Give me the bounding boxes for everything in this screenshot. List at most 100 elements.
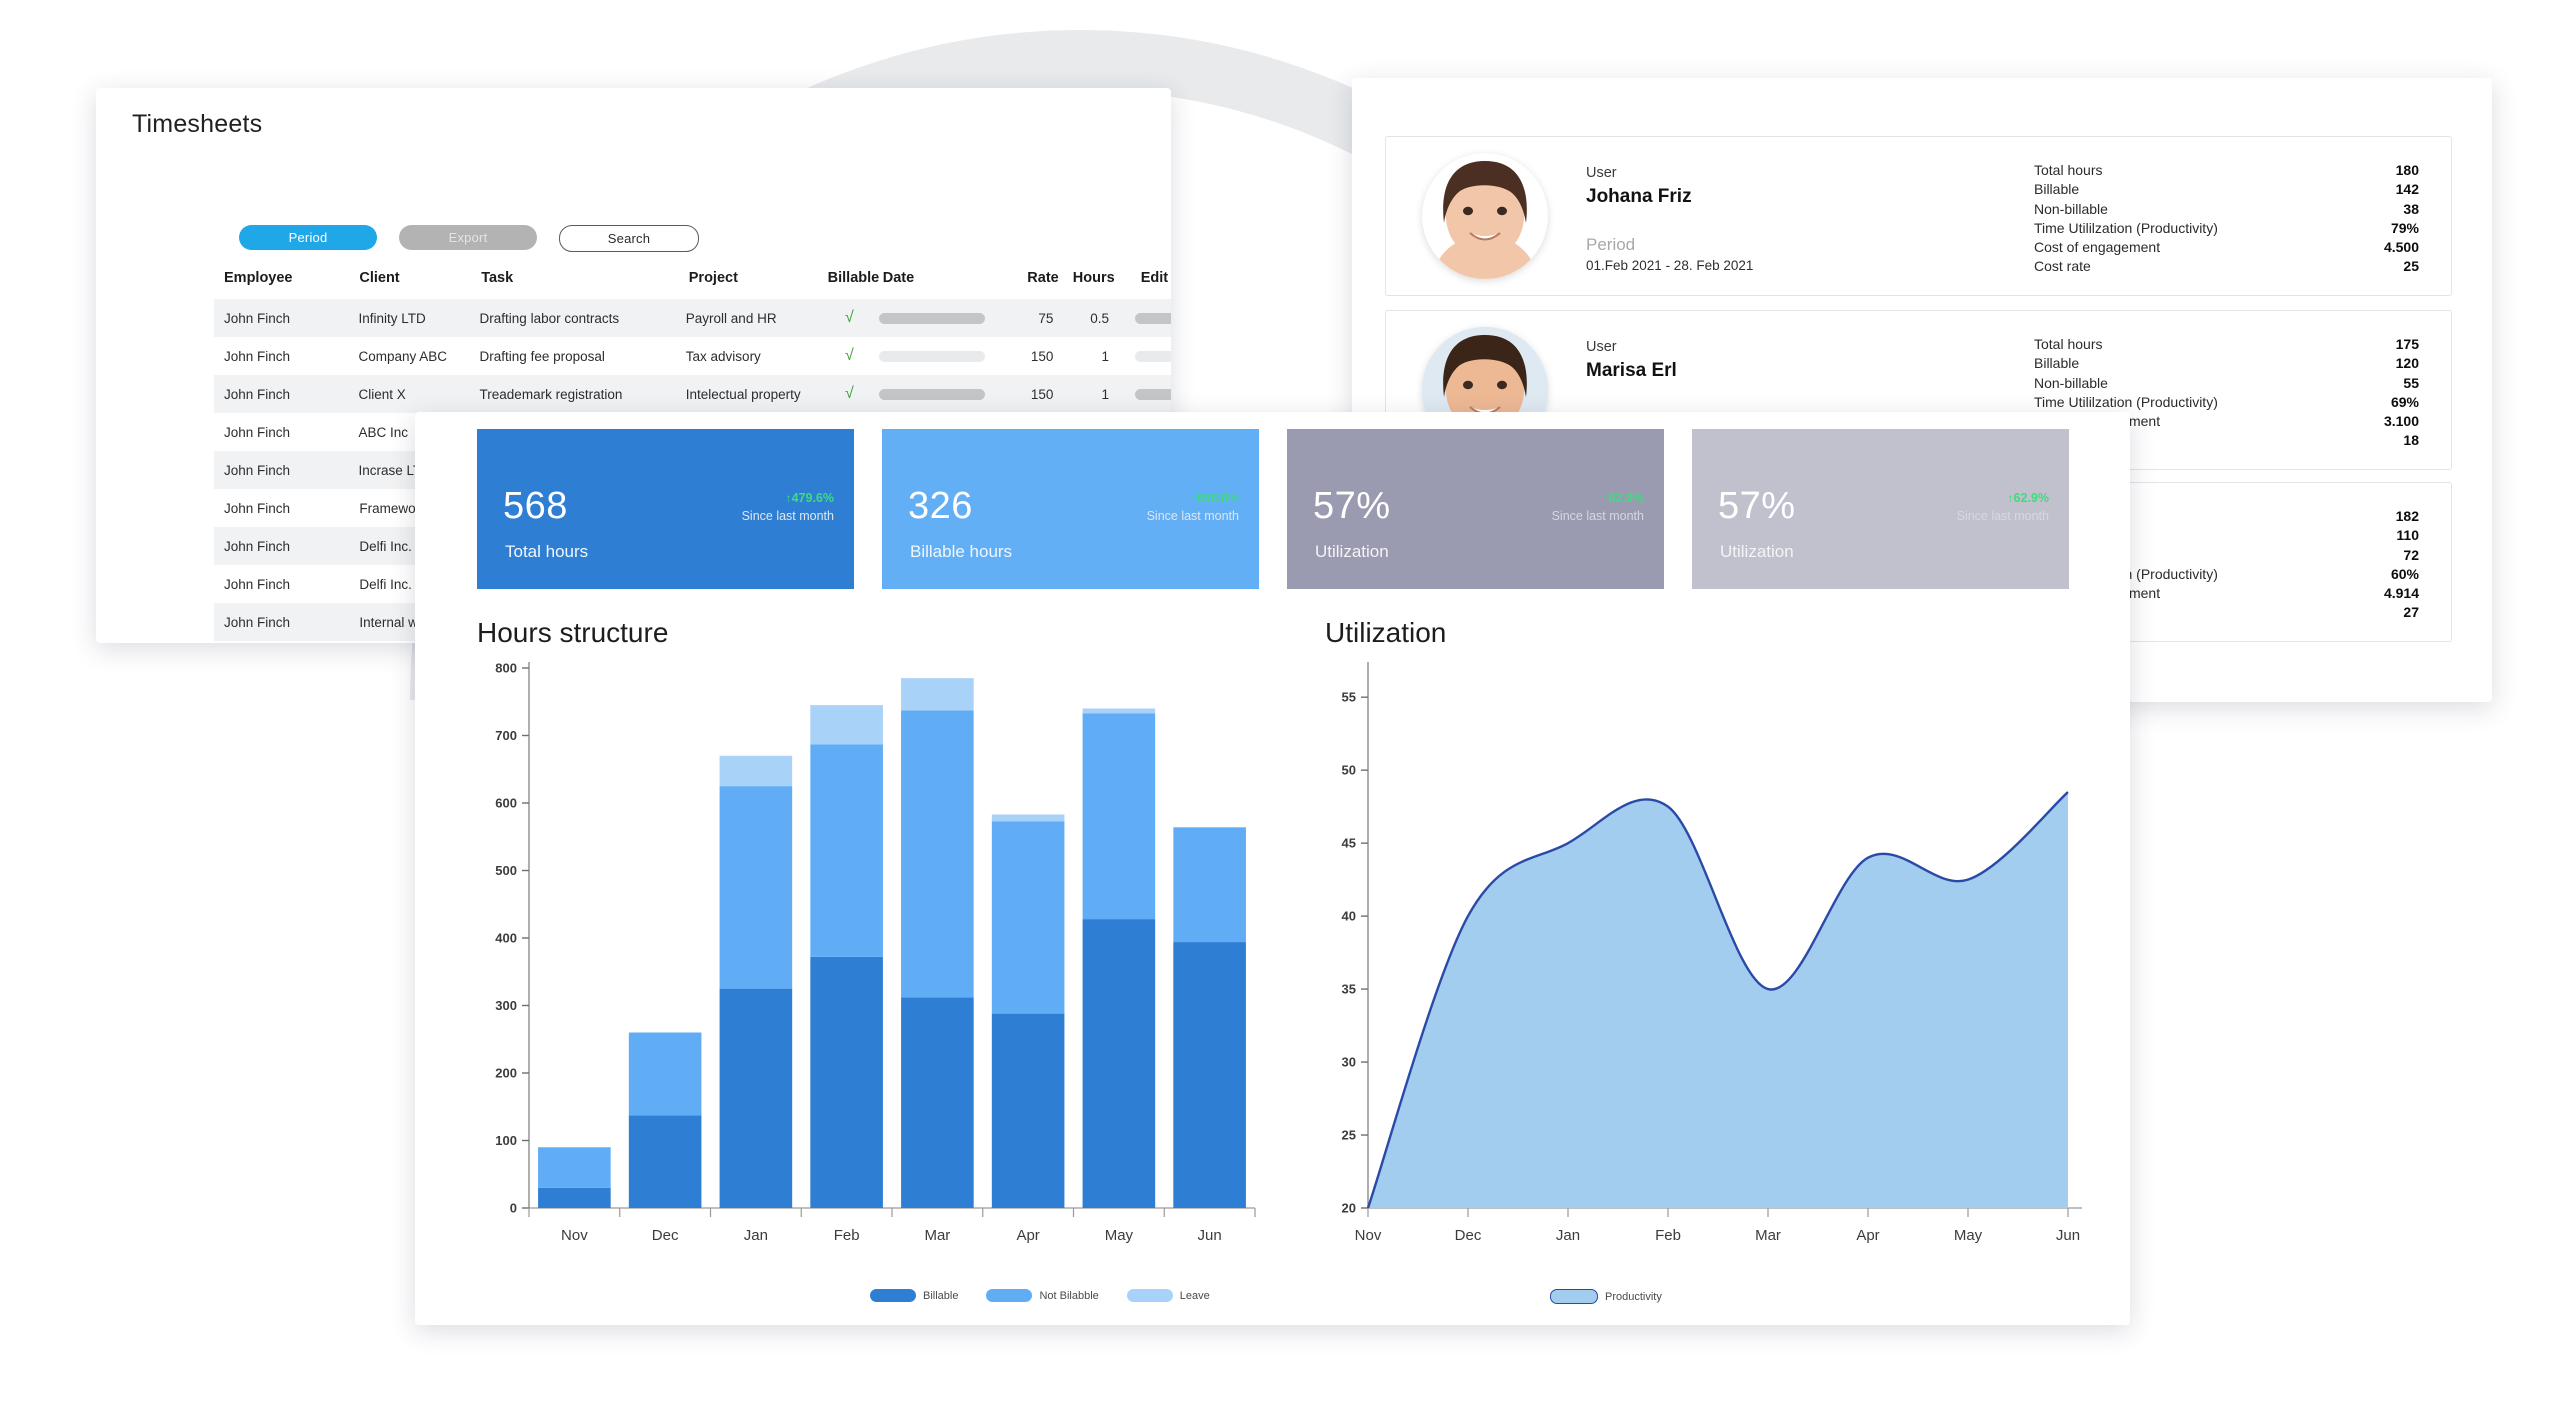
user-stat-value: 142 [2395, 181, 2419, 198]
cell-employee: John Finch [224, 424, 291, 440]
cell-task: Drafting labor contracts [479, 310, 620, 326]
user-name: Marisa Erl [1586, 360, 1677, 381]
user-stat-value: 120 [2395, 355, 2419, 372]
user-stat-label: Total hours [2034, 162, 2103, 178]
legend-label: Leave [1179, 1289, 1210, 1302]
legend-swatch [870, 1289, 916, 1302]
cell-project: Tax advisory [685, 348, 761, 364]
user-stat-value: 55 [2403, 374, 2419, 391]
placeholder-bar [878, 388, 985, 400]
user-stat-value: 25 [2403, 258, 2419, 275]
kpi-label: Utilization [1315, 542, 1389, 561]
user-stat-label: Cost of engagement [2034, 239, 2161, 256]
cell-employee: John Finch [224, 310, 291, 326]
svg-text:0: 0 [510, 1201, 517, 1216]
cell-employee: John Finch [224, 500, 291, 516]
screen-root: Timesheets Period Export Search Employee… [0, 0, 2560, 1413]
period-button[interactable]: Period [239, 225, 377, 250]
kpi-since: Since last month [1551, 509, 1644, 523]
trend-up-icon: ↑ [785, 491, 792, 505]
user-stat-label: Non-billable [2034, 200, 2108, 217]
cell-billable: √ [845, 347, 854, 364]
kpi-label: Billable hours [910, 542, 1013, 561]
table-row[interactable]: John Finch Company ABC Drafting fee propos… [214, 337, 1171, 375]
search-button[interactable]: Search [559, 225, 699, 252]
kpi-card[interactable]: 57% Utilization ↑62.9% Since last month [1692, 429, 2069, 589]
svg-text:100: 100 [495, 1133, 517, 1148]
svg-text:20: 20 [1342, 1201, 1356, 1216]
utilization-chart: 20 25 30 35 40 45 50 55 Nov Dec Jan Feb Mar Apr May Jun [1342, 662, 2082, 1244]
cell-edit[interactable] [1121, 350, 1171, 362]
user-stat-value: 3.100 [2383, 413, 2419, 430]
legend-item[interactable]: Billable [870, 1289, 958, 1302]
svg-text:Jan: Jan [744, 1227, 768, 1244]
kpi-row: 568 Total hours ↑479.6% Since last month… [477, 429, 2069, 589]
svg-text:Apr: Apr [1016, 1227, 1039, 1244]
user-stat-value: 60% [2390, 565, 2419, 582]
kpi-card[interactable]: 57% Utilization ↑62.9% Since last month [1287, 429, 1664, 589]
kpi-value: 57% [1313, 485, 1391, 527]
legend-item[interactable]: Not Bilabble [986, 1289, 1099, 1302]
user-stat-row: Cost rate 25 [2034, 257, 2419, 276]
legend-label: Not Bilabble [1039, 1289, 1099, 1302]
user-stat-value: 79% [2390, 219, 2419, 236]
user-stat-value: 4.914 [2383, 585, 2419, 602]
dashboard-panel: 568 Total hours ↑479.6% Since last month… [415, 412, 2130, 1325]
avatar-portrait [1422, 153, 1548, 279]
cell-employee: John Finch [224, 386, 291, 402]
cell-rate: 150 [1030, 348, 1054, 364]
kpi-delta: ↑62.9% [1602, 491, 1644, 505]
period-value: 01.Feb 2021 - 28. Feb 2021 [1586, 258, 1754, 273]
svg-text:Jan: Jan [1556, 1227, 1580, 1244]
cell-billable: √ [845, 385, 854, 402]
hours-structure-chart: 0 100 200 300 400 500 600 700 800 Nov Dec Jan Feb Mar… [495, 661, 1256, 1244]
cell-client: Infinity LTD [358, 310, 426, 326]
cell-edit[interactable] [1121, 388, 1171, 400]
placeholder-bar [878, 312, 985, 324]
svg-text:600: 600 [495, 796, 517, 811]
cell-hours: 1 [1101, 348, 1109, 364]
utilization-legend: Productivity [1550, 1289, 1662, 1304]
column-header-date: Date [882, 270, 915, 286]
cell-edit[interactable] [1121, 312, 1171, 324]
svg-text:Mar: Mar [1755, 1227, 1781, 1244]
column-header-employee: Employee [224, 270, 293, 286]
legend-label: Productivity [1605, 1290, 1662, 1303]
legend-swatch [1126, 1289, 1173, 1302]
user-meta: User Johana Friz Period 01.Feb 2021 - 28… [1586, 163, 1753, 276]
table-row[interactable]: John Finch Client X Treademark registratio… [214, 375, 1171, 413]
legend-item[interactable]: Productivity [1550, 1289, 1662, 1304]
user-stats: Total hours 180 Billable 142 Non-billabl… [2034, 161, 2419, 277]
trend-up-icon: ↑ [1602, 491, 1609, 505]
svg-text:25: 25 [1342, 1128, 1356, 1143]
cell-hours: 1 [1101, 386, 1109, 402]
user-stat-label: Cost rate [2034, 258, 2091, 275]
legend-item[interactable]: Leave [1126, 1289, 1210, 1302]
table-row[interactable]: John Finch Infinity LTD Drafting labor con… [214, 299, 1171, 337]
column-header-project: Project [688, 270, 738, 286]
kpi-card[interactable]: 326 Billable hours ↑858.8% Since last mo… [882, 429, 1259, 589]
svg-text:300: 300 [495, 998, 517, 1013]
kpi-card[interactable]: 568 Total hours ↑479.6% Since last month [477, 429, 854, 589]
svg-text:Jun: Jun [2056, 1227, 2080, 1244]
svg-text:Feb: Feb [1655, 1227, 1681, 1244]
svg-text:700: 700 [495, 728, 517, 743]
utilization-title: Utilization [1325, 617, 1447, 648]
user-stat-value: 4.500 [2383, 239, 2419, 256]
user-stat-row: Billable 120 [2034, 354, 2419, 373]
cell-employee: John Finch [224, 538, 291, 554]
cell-date [878, 350, 1000, 362]
user-stat-row: Billable 142 [2034, 180, 2419, 199]
cell-date [878, 312, 1000, 324]
column-header-edit: Edit / Date [1140, 270, 1171, 286]
svg-text:Nov: Nov [561, 1227, 588, 1244]
column-header-task: Task [481, 270, 514, 286]
user-stat-label: Total hours [2034, 336, 2103, 352]
table-header-row: Employee Client Task Project Billable Da… [214, 270, 1171, 299]
cell-client: Company ABC [358, 348, 448, 364]
user-stat-row: Cost of engagement 4.500 [2034, 238, 2419, 257]
user-stat-row: Time Utililzation (Productivity) 79% [2034, 219, 2419, 238]
user-card[interactable]: User Johana Friz Period 01.Feb 2021 - 28… [1385, 136, 2452, 296]
svg-text:55: 55 [1342, 690, 1356, 705]
export-button[interactable]: Export [399, 225, 537, 250]
